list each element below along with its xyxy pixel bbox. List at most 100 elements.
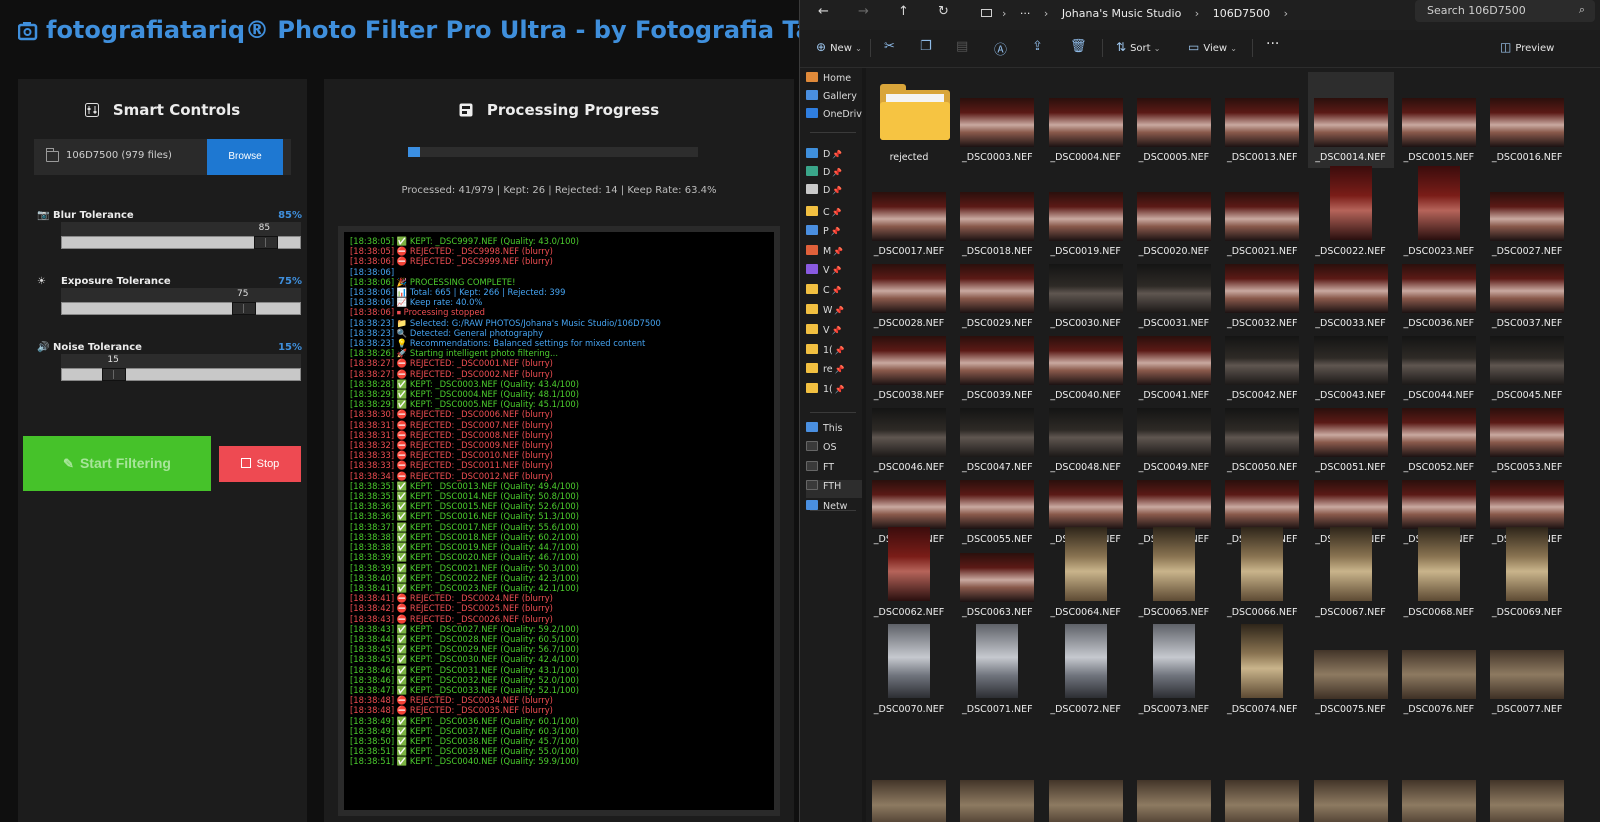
back-arrow-icon[interactable]: ←	[818, 4, 829, 19]
nav-item[interactable]: D 📌	[806, 148, 862, 166]
file-name: _DSC0014.NEF	[1315, 152, 1386, 163]
blur-tolerance-thumb[interactable]	[253, 236, 278, 249]
up-arrow-icon[interactable]: ↑	[898, 4, 909, 19]
folder-item[interactable]: rejected	[866, 72, 952, 168]
file-item[interactable]: _DSC0066.NEF	[1219, 527, 1305, 623]
delete-icon[interactable]: 🗑	[1070, 39, 1087, 54]
new-button[interactable]: ⊕ New ⌄	[816, 40, 862, 54]
photo-thumbnail	[872, 408, 946, 457]
nav-item[interactable]: OneDrive	[806, 108, 862, 126]
photo-thumbnail[interactable]	[960, 780, 1035, 822]
file-item[interactable]: _DSC0070.NEF	[866, 624, 952, 720]
nav-item[interactable]: P 📌	[806, 225, 862, 243]
nav-item[interactable]: 1(📌	[806, 344, 862, 362]
file-item[interactable]: _DSC0065.NEF	[1131, 527, 1217, 623]
breadcrumb-item-studio[interactable]: Johana's Music Studio	[1062, 7, 1181, 20]
breadcrumb-item-folder[interactable]: 106D7500	[1213, 7, 1270, 20]
photo-thumbnail[interactable]	[1401, 780, 1476, 822]
file-item[interactable]: _DSC0075.NEF	[1308, 624, 1394, 720]
nav-item[interactable]: FT	[806, 461, 862, 479]
photo-thumbnail[interactable]	[1136, 780, 1211, 822]
file-item[interactable]: _DSC0005.NEF	[1131, 72, 1217, 168]
start-filtering-button[interactable]: ✎ Start Filtering	[23, 436, 211, 491]
nav-item[interactable]: C 📌	[806, 206, 862, 224]
home-icon	[806, 72, 818, 82]
photo-thumbnail	[960, 553, 1035, 602]
photo-thumbnail[interactable]	[1048, 780, 1123, 822]
nav-item[interactable]: C 📌	[806, 284, 862, 302]
nav-item[interactable]: Gallery	[806, 90, 862, 108]
nav-item[interactable]: OS	[806, 441, 862, 459]
paste-icon[interactable]: ▤	[956, 39, 968, 54]
nav-item-label: D	[823, 167, 831, 178]
file-item[interactable]: _DSC0077.NEF	[1484, 624, 1570, 720]
file-item[interactable]: _DSC0016.NEF	[1484, 72, 1570, 168]
exposure-tolerance-thumb[interactable]	[232, 302, 256, 315]
pin-icon: 📌	[830, 227, 841, 236]
file-item[interactable]: _DSC0063.NEF	[954, 527, 1040, 623]
file-item[interactable]: _DSC0071.NEF	[954, 624, 1040, 720]
blur-tolerance-track[interactable]	[61, 236, 301, 249]
file-item[interactable]: _DSC0064.NEF	[1043, 527, 1129, 623]
file-item[interactable]: _DSC0013.NEF	[1219, 72, 1305, 168]
nav-item[interactable]: This	[806, 422, 862, 440]
search-input[interactable]: Search 106D7500 ⌕	[1415, 0, 1595, 22]
refresh-icon[interactable]: ↻	[938, 4, 949, 19]
photo-thumbnail	[1064, 624, 1107, 698]
log-line: [18:38:05] ✅ KEPT: _DSC9997.NEF (Quality…	[350, 236, 580, 246]
file-item[interactable]: _DSC0003.NEF	[954, 72, 1040, 168]
more-options-icon[interactable]: ···	[1266, 36, 1279, 52]
nav-item[interactable]: W 📌	[806, 304, 862, 322]
exposure-tolerance-track[interactable]	[61, 302, 301, 315]
file-name: _DSC0070.NEF	[873, 704, 945, 715]
photo-thumbnail	[1136, 480, 1211, 529]
stop-button[interactable]: Stop	[219, 446, 301, 482]
file-item[interactable]: _DSC0067.NEF	[1308, 527, 1394, 623]
nav-item[interactable]: re 📌	[806, 363, 862, 381]
photo-thumbnail[interactable]	[1490, 780, 1565, 822]
camera-icon: 📷	[37, 210, 50, 221]
file-item[interactable]: _DSC0062.NEF	[866, 527, 952, 623]
nav-item[interactable]: V 📌	[806, 264, 862, 282]
forward-arrow-icon[interactable]: →	[858, 4, 869, 19]
sort-button[interactable]: ⇅ Sort ⌄	[1116, 40, 1160, 54]
nav-item[interactable]: D 📌	[806, 166, 862, 184]
blur-tolerance-value: 85	[258, 223, 271, 233]
nav-item[interactable]: V 📌	[806, 324, 862, 342]
file-item[interactable]: _DSC0073.NEF	[1131, 624, 1217, 720]
share-icon[interactable]: ⇪	[1032, 39, 1043, 54]
file-item[interactable]: _DSC0015.NEF	[1396, 72, 1482, 168]
file-item[interactable]: _DSC0072.NEF	[1043, 624, 1129, 720]
photo-thumbnail[interactable]	[1313, 780, 1388, 822]
preview-pane-button[interactable]: ◫ Preview	[1500, 40, 1554, 54]
folder-icon	[806, 363, 818, 373]
nav-item[interactable]: Home	[806, 72, 862, 90]
file-item[interactable]: _DSC0076.NEF	[1396, 624, 1482, 720]
nav-item[interactable]: Netw	[806, 500, 862, 518]
log-line: [18:38:51] ✅ KEPT: _DSC0040.NEF (Quality…	[350, 756, 580, 767]
file-item[interactable]: _DSC0014.NEF	[1307, 72, 1394, 168]
nav-item[interactable]: FTH	[806, 480, 862, 498]
log-line: [18:38:05] ⛔ REJECTED: _DSC9998.NEF (blu…	[350, 246, 553, 257]
file-item[interactable]: _DSC0069.NEF	[1484, 527, 1570, 623]
noise-tolerance-thumb[interactable]	[102, 368, 127, 381]
file-item[interactable]: _DSC0004.NEF	[1043, 72, 1129, 168]
copy-icon[interactable]: ❐	[920, 39, 932, 54]
file-item[interactable]: _DSC0074.NEF	[1219, 624, 1305, 720]
noise-tolerance-track[interactable]	[61, 368, 301, 381]
photo-thumbnail[interactable]	[872, 780, 946, 822]
file-item[interactable]: _DSC0068.NEF	[1396, 527, 1482, 623]
nav-item[interactable]: M 📌	[806, 245, 862, 263]
log-line: [18:38:23] 📁 Selected: G:/RAW PHOTOS/Joh…	[350, 317, 661, 328]
browse-button[interactable]: Browse	[207, 139, 283, 175]
cut-icon[interactable]: ✂	[884, 39, 895, 54]
breadcrumb-overflow[interactable]: ···	[1020, 7, 1031, 20]
nav-item[interactable]: D 📌	[806, 184, 862, 202]
photo-thumbnail	[1313, 98, 1388, 147]
log-line: [18:38:29] ✅ KEPT: _DSC0005.NEF (Quality…	[350, 399, 580, 410]
photo-thumbnail[interactable]	[1225, 780, 1300, 822]
activity-log[interactable]: [18:38:05] ✅ KEPT: _DSC9997.NEF (Quality…	[344, 232, 774, 810]
rename-icon[interactable]: Ⓐ	[994, 39, 1007, 58]
view-button[interactable]: ▭ View ⌄	[1188, 40, 1237, 54]
nav-item[interactable]: 1(📌	[806, 383, 862, 401]
